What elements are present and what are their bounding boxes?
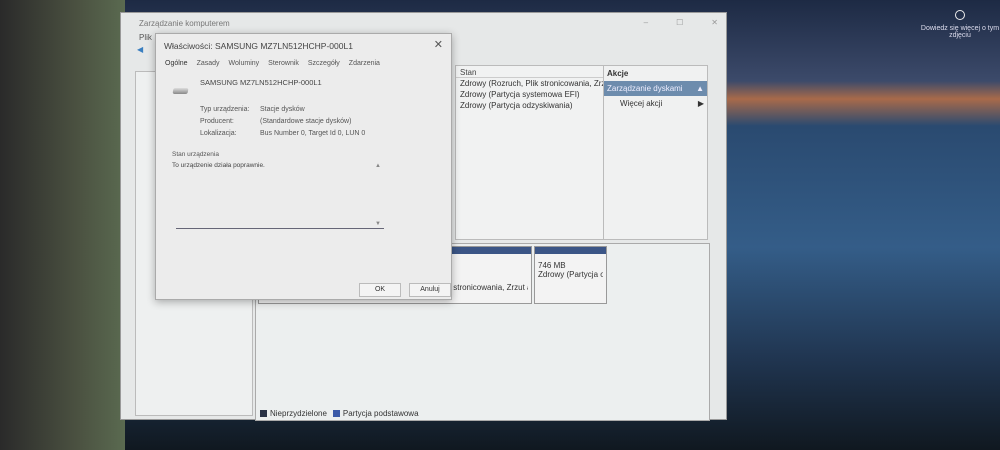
partition-bar xyxy=(535,247,606,254)
scroll-up-icon[interactable]: ▲ xyxy=(375,163,381,169)
action-label: Więcej akcji xyxy=(620,99,663,108)
back-arrow-icon[interactable]: ◀ xyxy=(137,45,143,54)
swatch xyxy=(260,410,267,418)
chevron-right-icon: ▶ xyxy=(697,99,704,108)
title-bar: Zarządzanie komputerem xyxy=(121,13,726,33)
spotlight-info[interactable]: Dowiedz się więcej o tym zdjęciu xyxy=(920,10,1000,39)
device-name: SAMSUNG MZ7LN512HCHP-000L1 xyxy=(200,78,322,87)
collapse-icon: ▲ xyxy=(696,84,704,93)
scroll-down-icon[interactable]: ▼ xyxy=(375,221,381,227)
close-icon[interactable]: ✕ xyxy=(434,38,443,51)
maximize-icon[interactable]: ☐ xyxy=(676,18,683,27)
field-label: Producent: xyxy=(200,118,234,125)
status-label: Stan urządzenia xyxy=(172,151,219,158)
background-edge xyxy=(0,0,125,450)
legend: Nieprzydzielone Partycja podstawowa xyxy=(260,409,419,418)
legend-label: Partycja podstawowa xyxy=(342,409,419,418)
list-row[interactable]: Zdrowy (Rozruch, Plik stronicowania, Zrz… xyxy=(456,78,604,89)
properties-dialog: Właściwości: SAMSUNG MZ7LN512HCHP-000L1 … xyxy=(155,33,452,300)
menu-file[interactable]: Plik xyxy=(139,33,152,42)
field-value: Stacje dysków xyxy=(260,106,305,113)
legend-item: Nieprzydzielone xyxy=(260,409,327,418)
actions-header: Akcje xyxy=(607,69,629,78)
action-more[interactable]: Więcej akcji ▶ xyxy=(604,96,707,111)
action-disk-management[interactable]: Zarządzanie dyskami ▲ xyxy=(604,81,707,96)
tab-policies[interactable]: Zasady xyxy=(197,60,220,67)
field-value: Bus Number 0, Target Id 0, LUN 0 xyxy=(260,130,366,137)
tab-events[interactable]: Zdarzenia xyxy=(349,60,380,67)
field-device-type: Typ urządzenia: Stacje dysków xyxy=(200,106,305,113)
divider xyxy=(176,228,384,229)
dialog-title: Właściwości: SAMSUNG MZ7LN512HCHP-000L1 xyxy=(164,41,353,51)
list-row[interactable]: Zdrowy (Partycja odzyskiwania) xyxy=(456,100,604,111)
field-location: Lokalizacja: Bus Number 0, Target Id 0, L… xyxy=(200,130,365,137)
status-textbox[interactable]: To urządzenie działa poprawnie. xyxy=(172,162,384,169)
list-row[interactable]: Zdrowy (Partycja systemowa EFI) xyxy=(456,89,604,100)
close-icon[interactable]: ✕ xyxy=(711,18,718,27)
device-status-group: Stan urządzenia To urządzenie działa pop… xyxy=(172,151,384,229)
legend-label: Nieprzydzielone xyxy=(270,409,327,418)
tab-details[interactable]: Szczegóły xyxy=(308,60,340,67)
window-controls: – ☐ ✕ xyxy=(644,18,718,27)
ok-button[interactable]: OK xyxy=(359,283,401,297)
legend-item: Partycja podstawowa xyxy=(332,409,419,418)
disk-drive-icon xyxy=(172,88,189,94)
minimize-icon[interactable]: – xyxy=(644,18,648,27)
field-label: Typ urządzenia: xyxy=(200,106,250,113)
partition-size: 746 MB xyxy=(538,261,566,270)
partition-recovery[interactable]: 746 MBZdrowy (Partycja odz xyxy=(534,246,607,304)
window-title: Zarządzanie komputerem xyxy=(139,18,230,28)
volume-list: Stan Zdrowy (Rozruch, Plik stronicowania… xyxy=(455,65,605,240)
tab-volumes[interactable]: Woluminy xyxy=(229,60,260,67)
field-value: (Standardowe stacje dysków) xyxy=(260,118,352,125)
cancel-button[interactable]: Anuluj xyxy=(409,283,451,297)
swatch xyxy=(332,410,340,418)
camera-icon xyxy=(955,10,965,20)
action-label: Zarządzanie dyskami xyxy=(607,84,683,93)
tab-general[interactable]: Ogólne xyxy=(165,60,188,67)
partition-status: Zdrowy (Partycja odz xyxy=(538,270,603,279)
actions-pane: Akcje Zarządzanie dyskami ▲ Więcej akcji ▶ xyxy=(603,65,708,240)
field-label: Lokalizacja: xyxy=(200,130,237,137)
column-header-status[interactable]: Stan xyxy=(456,66,604,78)
dialog-tabs: Ogólne Zasady Woluminy Sterownik Szczegó… xyxy=(156,56,451,71)
tab-driver[interactable]: Sterownik xyxy=(268,60,299,67)
spotlight-text: Dowiedz się więcej o tym zdjęciu xyxy=(920,25,1000,39)
field-manufacturer: Producent: (Standardowe stacje dysków) xyxy=(200,118,351,125)
